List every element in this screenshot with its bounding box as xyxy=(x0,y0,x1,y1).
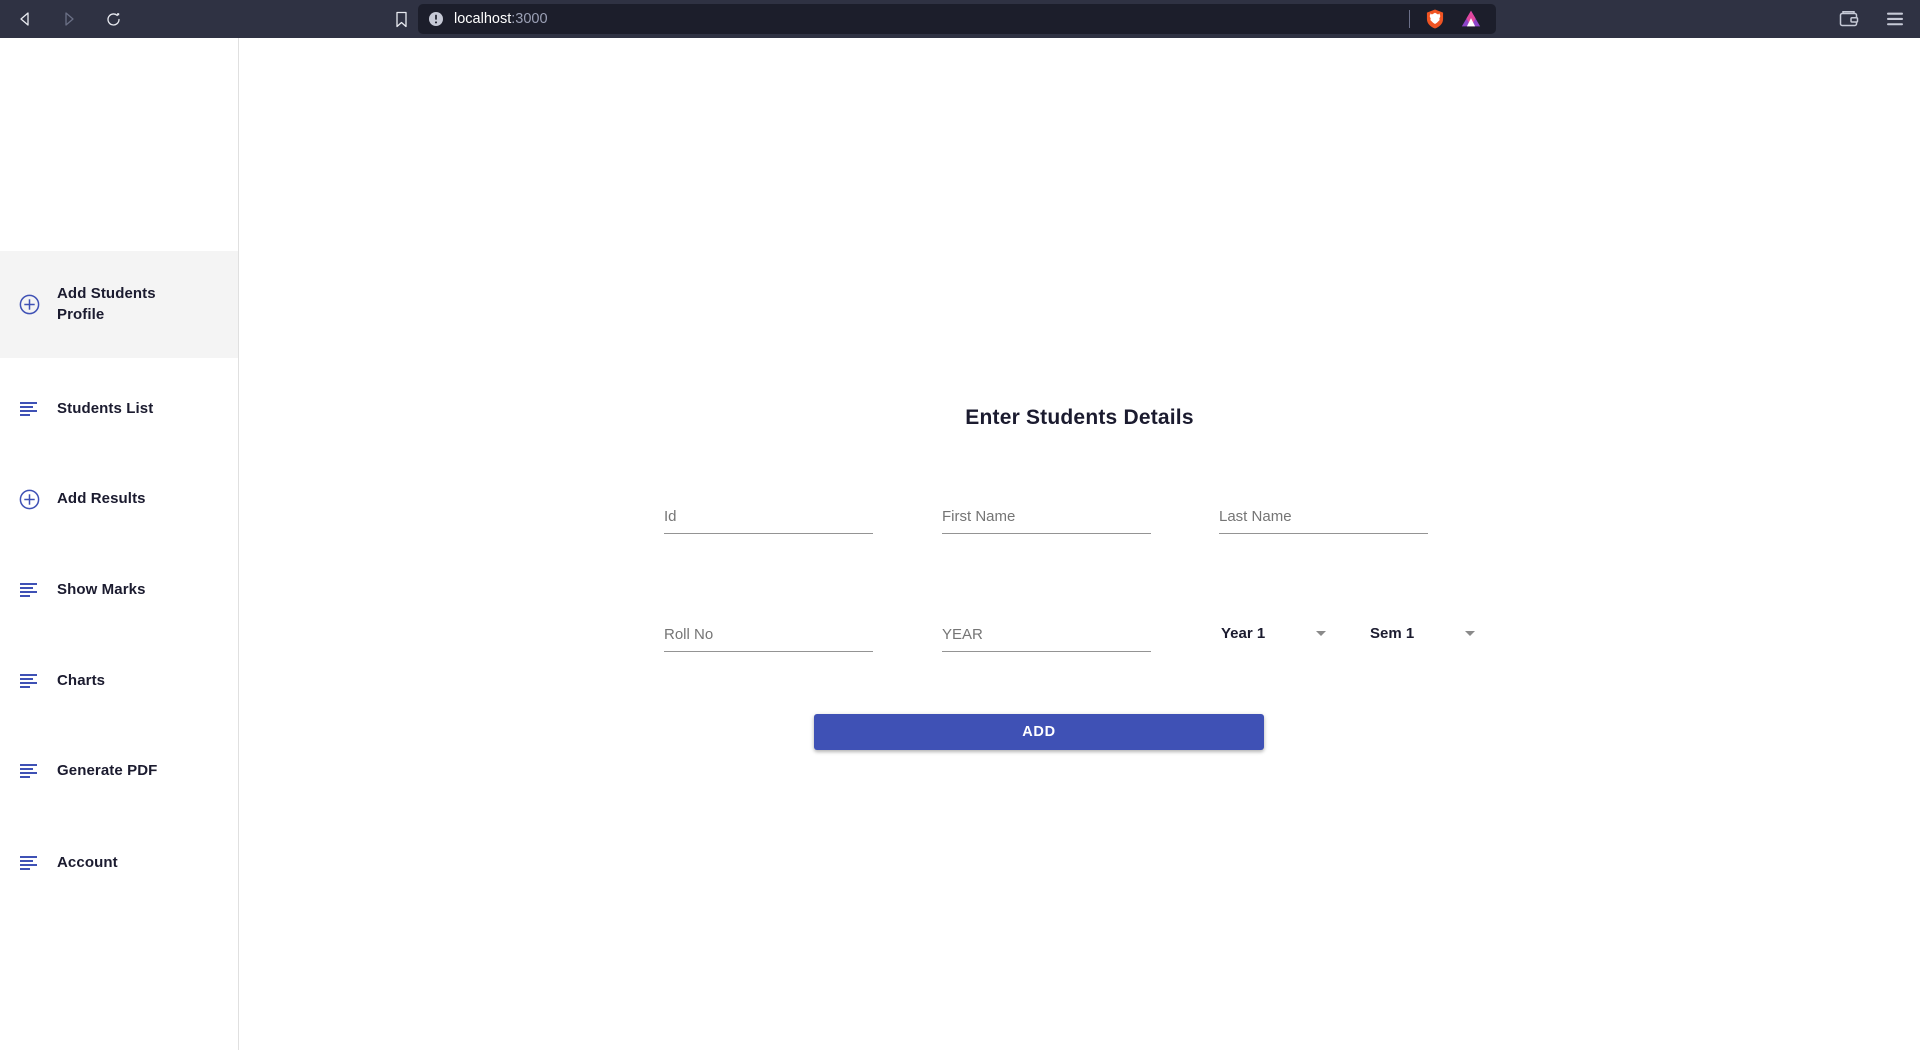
url-text: localhost:3000 xyxy=(454,11,548,27)
list-lines-icon xyxy=(19,856,37,870)
wallet-button[interactable] xyxy=(1838,8,1860,30)
select-sem-1-value: Sem 1 xyxy=(1370,624,1415,642)
hamburger-menu-icon xyxy=(1887,12,1903,26)
back-arrow-icon xyxy=(20,12,29,26)
sidebar-item-label: Charts xyxy=(57,671,106,689)
url-port: :3000 xyxy=(511,11,548,27)
sidebar-item-label: Add Results xyxy=(57,489,146,507)
chevron-down-icon[interactable] xyxy=(1316,630,1326,636)
sidebar-item-add-students-profile[interactable]: Add Students Profile xyxy=(0,251,238,358)
add-button[interactable]: ADD xyxy=(814,714,1264,750)
wallet-icon xyxy=(1839,11,1859,27)
select-sem-1[interactable]: Sem 1 xyxy=(1370,620,1475,646)
reload-button[interactable] xyxy=(102,8,124,30)
sidebar-item-show-marks[interactable]: Show Marks xyxy=(0,559,238,621)
sidebar: Add Students Profile Students List Add Res… xyxy=(0,38,239,1050)
sidebar-item-generate-pdf[interactable]: Generate PDF xyxy=(0,740,238,802)
list-lines-icon xyxy=(19,402,37,416)
roll-no-input[interactable] xyxy=(664,618,873,651)
main-menu-button[interactable] xyxy=(1884,8,1906,30)
sidebar-item-label: Students List xyxy=(57,399,154,417)
chevron-down-icon[interactable] xyxy=(1465,630,1475,636)
sidebar-item-students-list[interactable]: Students List xyxy=(0,378,238,440)
list-lines-icon-wrap xyxy=(14,401,44,417)
forward-button[interactable] xyxy=(58,8,80,30)
url-host: localhost xyxy=(454,11,512,27)
brave-shield-icon[interactable] xyxy=(1424,8,1446,30)
prism-extension-icon[interactable] xyxy=(1460,8,1482,30)
app-root: Add Students Profile Students List Add Res… xyxy=(0,38,1920,1050)
sidebar-item-label: Show Marks xyxy=(57,580,146,598)
list-lines-icon xyxy=(19,674,37,688)
sidebar-item-add-results[interactable]: Add Results xyxy=(0,468,238,530)
first-name-input[interactable] xyxy=(942,500,1151,533)
sidebar-item-account[interactable]: Account xyxy=(0,832,238,894)
reload-icon xyxy=(106,12,120,26)
toolbar-divider xyxy=(1409,10,1410,28)
select-year-1[interactable]: Year 1 xyxy=(1221,620,1326,646)
plus-circle-icon-wrap xyxy=(14,489,44,510)
chrome-right-actions xyxy=(1838,8,1906,30)
sidebar-item-charts[interactable]: Charts xyxy=(0,650,238,712)
list-lines-icon-wrap xyxy=(14,582,44,598)
sidebar-item-label: Account xyxy=(57,853,118,871)
plus-circle-icon xyxy=(19,489,39,509)
select-year-1-value: Year 1 xyxy=(1221,624,1266,642)
list-lines-icon xyxy=(19,583,37,597)
address-bar-actions xyxy=(1409,8,1486,30)
year-input[interactable] xyxy=(942,618,1151,651)
list-lines-icon-wrap xyxy=(14,673,44,689)
bookmark-icon xyxy=(395,11,407,27)
navigation-buttons xyxy=(0,8,124,30)
address-bar[interactable]: localhost:3000 xyxy=(418,4,1496,34)
bookmark-button[interactable] xyxy=(390,8,412,30)
page-title: Enter Students Details xyxy=(965,406,1194,429)
list-lines-icon xyxy=(19,764,37,778)
field-first-name: First Name xyxy=(942,500,1151,534)
field-id: Id xyxy=(664,500,873,534)
plus-circle-icon-wrap xyxy=(14,294,44,315)
main-content: Enter Students Details Id First Name Last … xyxy=(239,38,1920,1050)
info-circle-icon[interactable] xyxy=(428,11,444,27)
list-lines-icon-wrap xyxy=(14,855,44,871)
plus-circle-icon xyxy=(19,294,39,315)
field-year: YEAR xyxy=(942,618,1151,652)
sidebar-item-label: Generate PDF xyxy=(57,761,158,779)
list-lines-icon-wrap xyxy=(14,763,44,779)
field-roll-no: Roll No xyxy=(664,618,873,652)
field-last-name: Last Name xyxy=(1219,500,1428,534)
back-button[interactable] xyxy=(14,8,36,30)
id-input[interactable] xyxy=(664,500,873,533)
forward-arrow-icon xyxy=(65,12,74,26)
browser-toolbar: localhost:3000 xyxy=(0,0,1920,38)
sidebar-item-label: Add Students Profile xyxy=(57,285,156,323)
last-name-input[interactable] xyxy=(1219,500,1428,533)
